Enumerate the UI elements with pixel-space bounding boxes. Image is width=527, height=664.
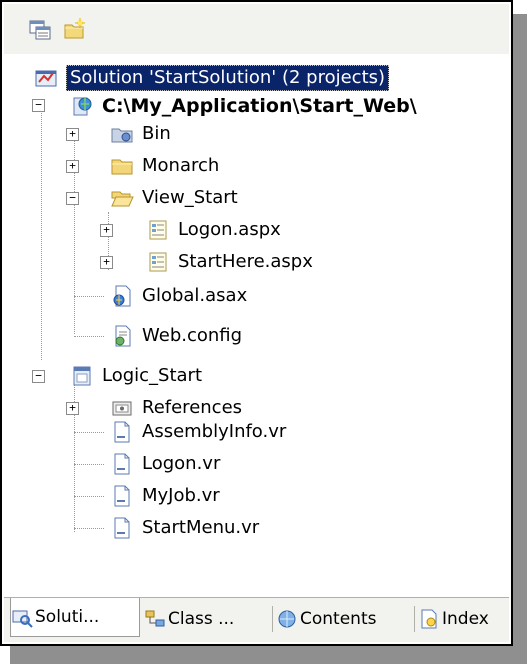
properties-icon — [29, 20, 51, 40]
tree-item-label: View_Start — [142, 187, 238, 208]
expand-toggle[interactable]: + — [100, 256, 113, 269]
tree-item-label: Solution 'StartSolution' (2 projects) — [66, 65, 390, 91]
tree-line — [41, 100, 42, 360]
tree-item-label: Monarch — [142, 155, 220, 176]
tree-item-assemblyinfo[interactable]: AssemblyInfo.vr — [110, 418, 286, 446]
contents-icon — [276, 608, 298, 630]
tab-solution-explorer[interactable]: Soluti... — [10, 598, 140, 637]
tree-item-label: StartHere.aspx — [178, 251, 313, 272]
expand-toggle[interactable]: + — [66, 128, 79, 141]
tab-label: Class ... — [168, 609, 235, 629]
tab-class-view[interactable]: Class ... — [144, 602, 268, 636]
class-library-project-icon — [70, 364, 94, 388]
global-asax-icon — [110, 284, 134, 308]
special-folder-icon — [110, 122, 134, 146]
tree-item-starthere-aspx[interactable]: StartHere.aspx — [146, 248, 313, 276]
tree-item-label: References — [142, 397, 243, 418]
expand-toggle[interactable]: + — [66, 402, 79, 415]
solution-tree: Solution 'StartSolution' (2 projects) − … — [4, 54, 509, 596]
tree-item-logon-aspx[interactable]: Logon.aspx — [146, 216, 281, 244]
tree-item-logon-vr[interactable]: Logon.vr — [110, 450, 220, 478]
show-all-files-icon — [64, 18, 85, 39]
tree-item-myjob-vr[interactable]: MyJob.vr — [110, 482, 220, 510]
tab-index[interactable]: Index — [418, 602, 510, 636]
config-file-icon — [110, 324, 134, 348]
tree-line — [74, 432, 104, 433]
folder-icon — [110, 154, 134, 178]
file-icon — [110, 516, 134, 540]
tree-item-solution[interactable]: Solution 'StartSolution' (2 projects) — [34, 64, 390, 92]
show-all-files-button[interactable] — [62, 18, 86, 42]
collapse-toggle[interactable]: − — [32, 99, 45, 112]
file-icon — [110, 420, 134, 444]
tree-item-label: Logic_Start — [102, 365, 203, 386]
tree-line — [74, 296, 104, 297]
tree-item-label: Logon.vr — [142, 453, 221, 474]
tree-item-label: Logon.aspx — [178, 219, 281, 240]
tree-item-logic-project[interactable]: Logic_Start — [70, 362, 202, 390]
file-icon — [110, 484, 134, 508]
tab-separator — [272, 606, 273, 632]
expand-toggle[interactable]: + — [100, 224, 113, 237]
tree-item-web-project[interactable]: C:\My_Application\Start_Web\ — [70, 92, 417, 120]
index-icon — [418, 608, 440, 630]
solution-explorer-icon — [11, 606, 33, 628]
collapse-toggle[interactable]: − — [66, 192, 79, 205]
tree-item-label: Bin — [142, 123, 171, 144]
open-folder-icon — [110, 186, 134, 210]
tree-item-label: Global.asax — [142, 285, 248, 306]
collapse-toggle[interactable]: − — [32, 370, 45, 383]
class-view-icon — [144, 608, 166, 630]
expand-toggle[interactable]: + — [66, 160, 79, 173]
tree-line — [74, 464, 104, 465]
tab-label: Soluti... — [35, 607, 100, 627]
tree-item-startmenu-vr[interactable]: StartMenu.vr — [110, 514, 259, 542]
tab-contents[interactable]: Contents — [276, 602, 410, 636]
tree-item-label: StartMenu.vr — [142, 517, 260, 538]
panel-tab-strip: Soluti... Class ... Contents Index — [4, 597, 509, 642]
tree-item-label: C:\My_Application\Start_Web\ — [102, 95, 417, 117]
tree-line — [74, 528, 104, 529]
web-form-icon — [146, 250, 170, 274]
tree-item-label: AssemblyInfo.vr — [142, 421, 287, 442]
web-form-icon — [146, 218, 170, 242]
tree-item-global-asax[interactable]: Global.asax — [110, 282, 247, 310]
tree-item-view-start[interactable]: View_Start — [110, 184, 238, 212]
solution-explorer-panel: Solution 'StartSolution' (2 projects) − … — [0, 0, 513, 646]
solution-icon — [34, 66, 58, 90]
web-project-icon — [70, 94, 94, 118]
tree-line — [74, 336, 104, 337]
references-icon — [110, 396, 134, 420]
file-icon — [110, 452, 134, 476]
tree-item-bin[interactable]: Bin — [110, 120, 171, 148]
tree-item-label: Web.config — [142, 325, 243, 346]
tab-label: Index — [442, 609, 489, 629]
tab-label: Contents — [300, 609, 377, 629]
toolbar — [4, 4, 509, 55]
tree-line — [74, 496, 104, 497]
tree-item-label: MyJob.vr — [142, 485, 220, 506]
tree-item-web-config[interactable]: Web.config — [110, 322, 242, 350]
properties-button[interactable] — [28, 18, 52, 42]
tree-item-monarch[interactable]: Monarch — [110, 152, 219, 180]
tab-separator — [414, 606, 415, 632]
